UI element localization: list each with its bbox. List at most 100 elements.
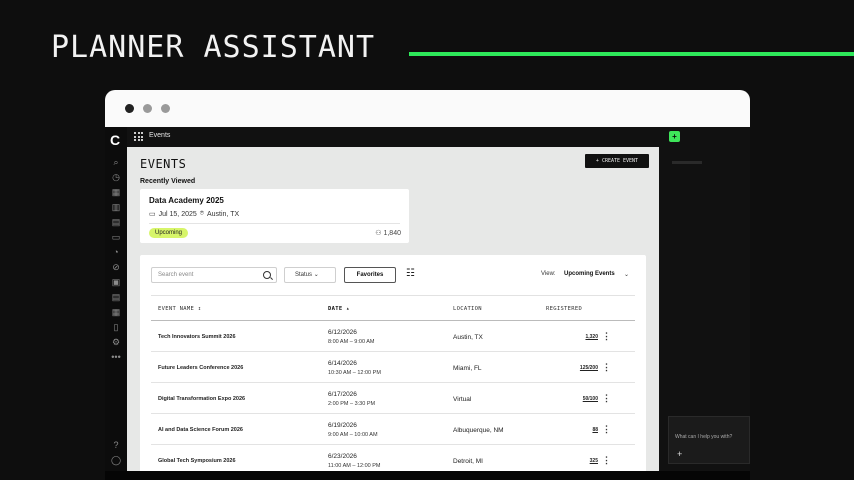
chevron-down-icon: ⌄ <box>313 272 319 278</box>
favorites-button[interactable]: Favorites <box>344 267 396 283</box>
book-icon[interactable]: ▯ <box>111 322 121 332</box>
event-date: 6/19/2026 <box>328 422 357 429</box>
calendar-icon: ▭ <box>149 211 156 218</box>
more-options-icon[interactable]: ⋮ <box>602 393 611 404</box>
event-time: 2:00 PM – 3:30 PM <box>328 401 376 407</box>
events-page: EVENTS + CREATE EVENT Recently Viewed Da… <box>127 147 659 480</box>
attendee-count: ⚇ 1,840 <box>375 229 401 238</box>
event-location: Virtual <box>453 396 472 403</box>
recent-event-location: Austin, TX <box>206 210 240 218</box>
event-registered[interactable]: 125/200 <box>580 365 598 371</box>
status-badge: Upcoming <box>149 228 189 238</box>
event-date: 6/14/2026 <box>328 360 357 367</box>
page-title: EVENTS <box>140 157 187 171</box>
document-icon[interactable]: ▤ <box>111 292 121 302</box>
pie-chart-icon[interactable]: ◔ <box>111 247 121 257</box>
assistant-header-placeholder <box>672 161 702 164</box>
add-attachment-icon[interactable]: + <box>677 449 682 459</box>
assistant-prompt: What can I help you with? <box>675 434 733 440</box>
event-location: Austin, TX <box>453 334 483 341</box>
search-input[interactable]: Search event <box>151 267 277 283</box>
event-name[interactable]: Future Leaders Conference 2026 <box>158 365 243 371</box>
sort-ascending-icon: ▴ <box>346 306 350 312</box>
more-options-icon[interactable]: ⋮ <box>602 424 611 435</box>
settings-icon[interactable]: ⚙ <box>111 337 121 347</box>
event-name[interactable]: Digital Transformation Expo 2026 <box>158 396 245 402</box>
maximize-dot[interactable] <box>161 104 170 113</box>
event-location: Albuquerque, NM <box>453 427 504 434</box>
video-frame: PLANNER ASSISTANT C ⌕ ◷ ▦ ▥ ▤ ▭ ◔ ⊘ ▣ ▤ … <box>0 0 854 480</box>
event-time: 11:00 AM – 12:00 PM <box>328 463 381 469</box>
event-time: 9:00 AM – 10:00 AM <box>328 432 378 438</box>
list-icon[interactable]: ▦ <box>111 307 121 317</box>
search-placeholder: Search event <box>158 272 194 278</box>
folder-icon[interactable]: ▭ <box>111 232 121 242</box>
assistant-chat-input[interactable]: What can I help you with? + <box>668 416 750 464</box>
sidebar: C ⌕ ◷ ▦ ▥ ▤ ▭ ◔ ⊘ ▣ ▤ ▦ ▯ ⚙ ••• ? ◯ <box>105 127 127 480</box>
create-event-button[interactable]: + CREATE EVENT <box>585 154 649 168</box>
event-registered[interactable]: 50/100 <box>583 396 598 402</box>
help-icon[interactable]: ? <box>111 440 121 450</box>
people-icon: ⚇ <box>375 230 382 237</box>
event-time: 8:00 AM – 9:00 AM <box>328 339 375 345</box>
bottom-letterbox <box>105 471 750 480</box>
clock-icon[interactable]: ◷ <box>111 172 121 182</box>
chevron-down-icon[interactable]: ⌄ <box>624 271 629 278</box>
location-pin-icon: ⌾ <box>199 210 204 217</box>
events-table-panel: Search event Status ⌄ Favorites ☷ View: … <box>140 255 646 480</box>
recent-event-date: Jul 15, 2025 <box>158 210 197 218</box>
divider <box>149 223 400 224</box>
event-name[interactable]: Global Tech Symposium 2026 <box>158 458 236 464</box>
sort-icon: ↕ <box>197 306 202 312</box>
recent-event-name: Data Academy 2025 <box>149 196 224 205</box>
browser-window: C ⌕ ◷ ▦ ▥ ▤ ▭ ◔ ⊘ ▣ ▤ ▦ ▯ ⚙ ••• ? ◯ Even… <box>105 90 750 480</box>
event-date: 6/23/2026 <box>328 453 357 460</box>
column-header-registered[interactable]: REGISTERED <box>546 306 582 312</box>
more-options-icon[interactable]: ⋮ <box>602 331 611 342</box>
hero-accent-line <box>409 52 854 56</box>
app-grid-icon[interactable] <box>134 132 143 141</box>
chart-icon[interactable]: ▤ <box>111 217 121 227</box>
table-row[interactable]: Digital Transformation Expo 2026 6/17/20… <box>151 383 635 414</box>
event-date: 6/17/2026 <box>328 391 357 398</box>
table-row[interactable]: Future Leaders Conference 2026 6/14/2026… <box>151 352 635 383</box>
more-options-icon[interactable]: ⋮ <box>602 455 611 466</box>
event-registered[interactable]: 325 <box>590 458 598 464</box>
table-header: EVENT NAME ↕ DATE ▴ LOCATION REGISTERED <box>151 295 635 321</box>
user-icon[interactable]: ◯ <box>111 455 121 465</box>
search-icon[interactable] <box>263 271 271 279</box>
building-icon[interactable]: ▥ <box>111 202 121 212</box>
calendar-icon[interactable]: ▦ <box>111 187 121 197</box>
event-name[interactable]: AI and Data Science Forum 2026 <box>158 427 243 433</box>
tag-icon[interactable]: ⊘ <box>111 262 121 272</box>
top-bar: Events + <box>127 127 750 147</box>
minimize-dot[interactable] <box>143 104 152 113</box>
recent-event-meta: ▭ Jul 15, 2025 ⌾ Austin, TX <box>149 210 239 218</box>
store-icon[interactable]: ▣ <box>111 277 121 287</box>
table-row[interactable]: Tech Innovators Summit 2026 6/12/2026 8:… <box>151 321 635 352</box>
status-filter-label: Status <box>295 272 313 278</box>
column-header-date[interactable]: DATE ▴ <box>328 306 350 312</box>
more-options-icon[interactable]: ⋮ <box>602 362 611 373</box>
event-registered[interactable]: 1,320 <box>585 334 598 340</box>
column-header-name[interactable]: EVENT NAME ↕ <box>158 306 201 312</box>
event-location: Detroit, MI <box>453 458 483 465</box>
search-icon[interactable]: ⌕ <box>111 157 121 167</box>
view-label: View: <box>541 271 556 277</box>
table-body: Tech Innovators Summit 2026 6/12/2026 8:… <box>151 321 635 476</box>
sliders-icon[interactable]: ☷ <box>406 269 417 279</box>
event-registered[interactable]: 88 <box>592 427 598 433</box>
app-logo-icon[interactable]: C <box>110 132 120 148</box>
status-filter-dropdown[interactable]: Status ⌄ <box>284 267 336 283</box>
table-row[interactable]: AI and Data Science Forum 2026 6/19/2026… <box>151 414 635 445</box>
recent-event-card[interactable]: Data Academy 2025 ▭ Jul 15, 2025 ⌾ Austi… <box>140 189 409 243</box>
column-header-location[interactable]: LOCATION <box>453 306 482 312</box>
event-name[interactable]: Tech Innovators Summit 2026 <box>158 334 236 340</box>
more-icon[interactable]: ••• <box>111 352 121 362</box>
app-shell: C ⌕ ◷ ▦ ▥ ▤ ▭ ◔ ⊘ ▣ ▤ ▦ ▯ ⚙ ••• ? ◯ Even… <box>105 127 750 480</box>
close-dot[interactable] <box>125 104 134 113</box>
recently-viewed-heading: Recently Viewed <box>140 178 196 185</box>
view-selector[interactable]: Upcoming Events <box>564 271 615 277</box>
assistant-toggle-icon[interactable]: + <box>669 131 680 142</box>
attendee-count-value: 1,840 <box>383 229 401 237</box>
